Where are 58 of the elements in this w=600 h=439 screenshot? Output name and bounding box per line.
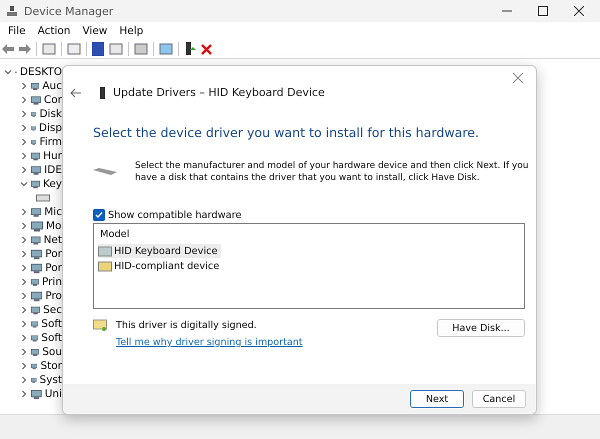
certificate-icon [93,319,107,331]
chevron-down-icon[interactable] [20,180,28,188]
tree-item[interactable]: Soft [41,318,62,330]
dialog-button[interactable]: Cancel [472,390,526,408]
have-disk-button[interactable]: Have Disk... [437,319,525,337]
tree-item[interactable]: Stor [40,360,62,372]
menu-item[interactable]: Help [113,25,150,37]
window-icon[interactable] [109,42,123,56]
tree-item[interactable]: Sec [43,304,62,316]
model-item[interactable]: HID-compliant device [98,259,222,273]
app-icon [6,5,18,17]
tree-item[interactable]: Auc [42,80,62,92]
tree-item[interactable]: Mic [44,206,62,218]
chevron-down-icon[interactable] [4,68,12,76]
check-icon [95,211,103,219]
menu-item[interactable]: Action [32,25,76,37]
window-icon[interactable] [42,42,56,56]
dialog-button[interactable]: Next [410,390,464,408]
keyboard-icon [36,194,50,202]
tree-item[interactable]: Cor [44,94,62,106]
tree-item[interactable]: Key [42,178,62,190]
tree-item[interactable]: Net [44,234,62,246]
tree-item[interactable]: Disp [38,122,62,134]
tree-item[interactable]: Mo [46,220,62,232]
maximize-icon[interactable] [538,6,548,16]
signing-link[interactable]: Tell me why driver signing is important [116,337,303,348]
tree-item[interactable]: Syst [40,374,62,386]
tree-item[interactable]: Disk [39,108,62,120]
show-compatible-checkbox[interactable]: Show compatible hardware [93,209,536,221]
device-add-icon[interactable] [184,42,196,56]
delete-icon[interactable] [201,44,212,54]
tree-item[interactable]: Firm [39,136,62,148]
tree-item[interactable]: Por [45,248,62,260]
window-title: Device Manager [24,4,114,18]
tree-item[interactable]: Sou [42,346,62,358]
menu-item[interactable]: File [2,25,32,37]
tree-item[interactable]: IDE [44,164,62,176]
dialog-heading: Select the device driver you want to install for this hardware. [93,125,480,140]
close-button[interactable] [512,72,526,86]
close-icon[interactable] [574,6,584,16]
signed-note: This driver is digitally signed. [116,320,257,330]
tree-item[interactable]: Soft [41,332,62,344]
tree-item[interactable]: DESKTO [20,66,62,78]
description-text: Select the manufacturer and model of your hardware device and then click Next. If you have a disk that contains the driver that you want to install, click Have Disk. [135,160,530,184]
tree-item[interactable]: Por [45,262,62,274]
tree-item[interactable]: Pro [45,290,62,302]
column-header: Model [99,228,130,242]
tree-item[interactable]: Uni [44,388,62,400]
forward-arrow-icon[interactable] [19,44,31,54]
monitor-icon[interactable] [159,42,173,56]
tree-item[interactable]: Prin [42,276,62,288]
keyboard-icon [93,168,117,176]
menu-item[interactable]: View [76,25,114,37]
model-item[interactable]: HID Keyboard Device [98,244,221,258]
dialog-title: Update Drivers – HID Keyboard Device [113,86,325,99]
tree-item[interactable]: Hur [43,150,62,162]
back-arrow-icon[interactable] [2,44,14,54]
back-button[interactable] [70,86,82,98]
